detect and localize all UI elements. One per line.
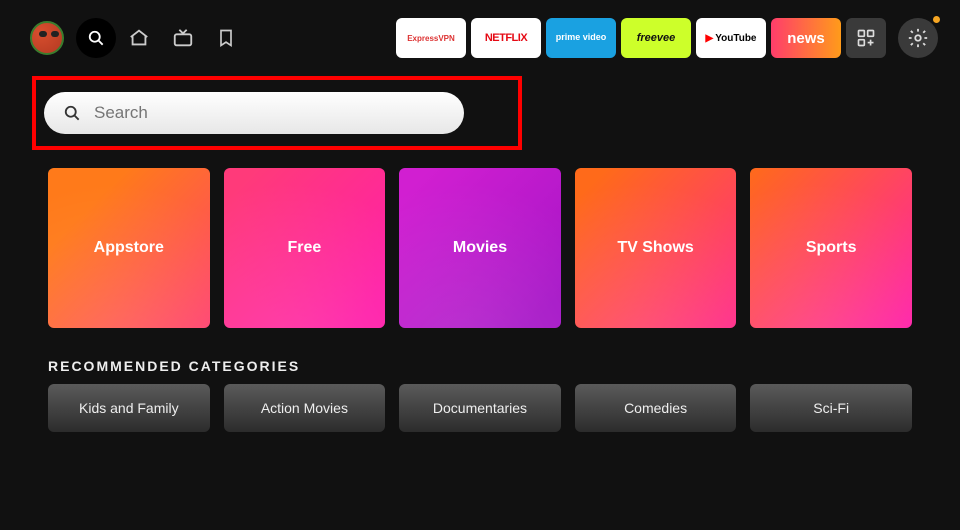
app-shortcuts: ExpressVPN NETFLIX prime video freevee ▶… [396,18,886,58]
app-label: ExpressVPN [407,34,455,43]
app-tile-youtube[interactable]: ▶YouTube [696,18,766,58]
app-tile-news[interactable]: news [771,18,841,58]
apps-grid-button[interactable] [846,18,886,58]
home-icon[interactable] [128,27,150,49]
app-label: prime video [556,33,607,43]
recommended-label: Action Movies [261,400,348,416]
recommended-card[interactable]: Documentaries [399,384,561,432]
section-title-recommended: RECOMMENDED CATEGORIES [0,328,960,384]
recommended-card[interactable]: Comedies [575,384,737,432]
recommended-label: Comedies [624,400,687,416]
recommended-label: Kids and Family [79,400,179,416]
hero-card-free[interactable]: Free [224,168,386,328]
app-tile-netflix[interactable]: NETFLIX [471,18,541,58]
recommended-card[interactable]: Kids and Family [48,384,210,432]
recommended-card[interactable]: Action Movies [224,384,386,432]
hero-card-tvshows[interactable]: TV Shows [575,168,737,328]
search-pill[interactable] [44,92,464,134]
recommended-card[interactable]: Sci-Fi [750,384,912,432]
app-label: YouTube [715,33,756,44]
search-input[interactable] [94,103,446,123]
recommended-row: Kids and Family Action Movies Documentar… [0,384,960,452]
hero-label: Appstore [94,239,164,257]
hero-card-sports[interactable]: Sports [750,168,912,328]
recommended-label: Sci-Fi [813,400,849,416]
apps-grid-icon [856,28,876,48]
tv-icon[interactable] [172,27,194,49]
play-icon: ▶ [706,33,714,44]
app-tile-prime-video[interactable]: prime video [546,18,616,58]
hero-label: Sports [806,239,857,257]
bookmark-icon[interactable] [216,27,236,49]
nav-icons [128,27,236,49]
hero-label: Movies [453,239,507,257]
hero-label: TV Shows [617,239,693,257]
profile-avatar[interactable] [30,21,64,55]
top-nav: ExpressVPN NETFLIX prime video freevee ▶… [0,0,960,66]
search-icon [86,28,106,48]
hero-card-movies[interactable]: Movies [399,168,561,328]
search-button[interactable] [76,18,116,58]
gear-icon [907,27,929,49]
hero-label: Free [287,239,321,257]
hero-card-appstore[interactable]: Appstore [48,168,210,328]
search-icon [62,103,82,123]
app-tile-freevee[interactable]: freevee [621,18,691,58]
hero-categories: Appstore Free Movies TV Shows Sports [0,154,960,328]
settings-button[interactable] [898,18,938,58]
recommended-label: Documentaries [433,400,527,416]
app-label: NETFLIX [485,32,527,44]
search-highlight [32,76,522,150]
app-label: freevee [637,32,676,44]
app-label: news [787,30,825,47]
app-tile-expressvpn[interactable]: ExpressVPN [396,18,466,58]
